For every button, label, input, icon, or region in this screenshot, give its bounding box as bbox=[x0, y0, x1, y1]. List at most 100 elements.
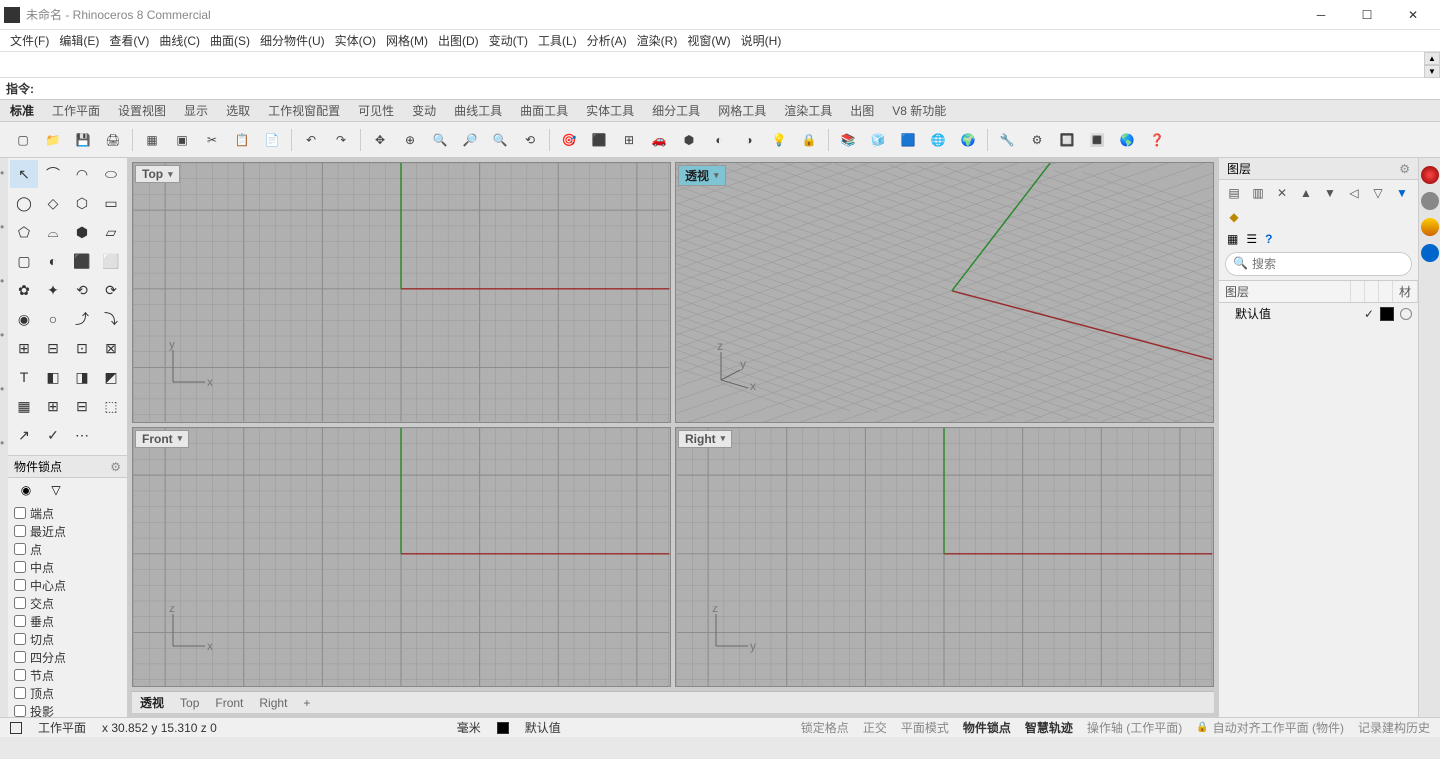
status-toggle[interactable]: 操作轴 (工作平面) bbox=[1087, 719, 1182, 736]
toolbar-button[interactable]: 🔲 bbox=[1054, 127, 1080, 153]
osnap-item[interactable]: 中心点 bbox=[14, 576, 121, 594]
layer-filter-icon[interactable]: ▼ bbox=[1393, 184, 1411, 202]
menu-曲面s[interactable]: 曲面(S) bbox=[210, 32, 250, 49]
osnap-item[interactable]: 节点 bbox=[14, 666, 121, 684]
tool-button[interactable]: ⤴ bbox=[68, 305, 96, 333]
tool-button[interactable]: ⊡ bbox=[68, 334, 96, 362]
minimize-button[interactable]: ─ bbox=[1298, 0, 1344, 30]
toolbar-button[interactable]: ⬛ bbox=[586, 127, 612, 153]
toolbar-tab[interactable]: 工作视窗配置 bbox=[268, 102, 340, 119]
status-toggle[interactable]: 正交 bbox=[863, 719, 887, 736]
osnap-item[interactable]: 四分点 bbox=[14, 648, 121, 666]
status-toggle[interactable]: 智慧轨迹 bbox=[1025, 719, 1073, 736]
viewport-front[interactable]: Front▾ z x bbox=[132, 427, 671, 688]
viewport-tab[interactable]: + bbox=[303, 696, 310, 710]
layer-delete-icon[interactable]: ✕ bbox=[1273, 184, 1291, 202]
tool-button[interactable]: ⬜ bbox=[97, 247, 125, 275]
toolbar-button[interactable]: 🔍 bbox=[427, 127, 453, 153]
layer-up-icon[interactable]: ▲ bbox=[1297, 184, 1315, 202]
viewport-top[interactable]: Top▾ y x bbox=[132, 162, 671, 423]
tool-button[interactable]: ⬚ bbox=[97, 392, 125, 420]
osnap-item[interactable]: 端点 bbox=[14, 504, 121, 522]
toolbar-button[interactable]: 🌐 bbox=[925, 127, 951, 153]
toolbar-tab[interactable]: 曲面工具 bbox=[520, 102, 568, 119]
toolbar-button[interactable]: ↶ bbox=[298, 127, 324, 153]
menu-实体o[interactable]: 实体(O) bbox=[335, 32, 376, 49]
tool-button[interactable]: ⤵ bbox=[97, 305, 125, 333]
layer-sublayer-icon[interactable]: ▥ bbox=[1249, 184, 1267, 202]
tool-button[interactable]: ◧ bbox=[39, 363, 67, 391]
osnap-item[interactable]: 切点 bbox=[14, 630, 121, 648]
tool-button[interactable]: ⌒ bbox=[39, 160, 67, 188]
viewport-top-label[interactable]: Top▾ bbox=[135, 165, 180, 183]
menu-分析a[interactable]: 分析(A) bbox=[587, 32, 627, 49]
maximize-button[interactable]: ☐ bbox=[1344, 0, 1390, 30]
toolbar-button[interactable]: 📋 bbox=[229, 127, 255, 153]
layer-current-check-icon[interactable]: ✓ bbox=[1364, 307, 1374, 321]
tool-button[interactable]: ⊟ bbox=[39, 334, 67, 362]
tool-button[interactable]: ▭ bbox=[97, 189, 125, 217]
toolbar-button[interactable]: 🔎 bbox=[457, 127, 483, 153]
status-toggle[interactable]: 平面模式 bbox=[901, 719, 949, 736]
menu-渲染r[interactable]: 渲染(R) bbox=[637, 32, 678, 49]
cmd-scroll-down[interactable]: ▼ bbox=[1424, 65, 1440, 78]
layer-down-icon[interactable]: ▼ bbox=[1321, 184, 1339, 202]
toolbar-tab[interactable]: V8 新功能 bbox=[892, 102, 946, 119]
toolbar-tab[interactable]: 实体工具 bbox=[586, 102, 634, 119]
osnap-mode-filter[interactable]: ▽ bbox=[44, 480, 68, 500]
tool-button[interactable]: ⌓ bbox=[39, 218, 67, 246]
layer-new-icon[interactable]: ▤ bbox=[1225, 184, 1243, 202]
toolbar-button[interactable]: 🌎 bbox=[1114, 127, 1140, 153]
tool-button[interactable]: ⬛ bbox=[68, 247, 96, 275]
osnap-item[interactable]: 交点 bbox=[14, 594, 121, 612]
menu-视窗w[interactable]: 视窗(W) bbox=[687, 32, 730, 49]
layer-material-swatch[interactable] bbox=[1400, 308, 1412, 320]
toolbar-tab[interactable]: 标准 bbox=[10, 102, 34, 119]
viewport-tab[interactable]: 透视 bbox=[140, 694, 164, 711]
tool-button[interactable]: T bbox=[10, 363, 38, 391]
status-units[interactable]: 毫米 bbox=[457, 719, 481, 736]
tool-button[interactable]: ⊞ bbox=[10, 334, 38, 362]
toolbar-button[interactable]: 🔧 bbox=[994, 127, 1020, 153]
tool-button[interactable]: ↗ bbox=[10, 421, 38, 449]
tool-button[interactable]: ⬡ bbox=[68, 189, 96, 217]
layers-help-icon[interactable]: ? bbox=[1265, 232, 1272, 246]
tab-display-icon[interactable] bbox=[1421, 218, 1439, 236]
toolbar-button[interactable]: ▣ bbox=[169, 127, 195, 153]
status-layer-swatch[interactable] bbox=[497, 722, 509, 734]
tool-button[interactable]: ✿ bbox=[10, 276, 38, 304]
toolbar-button[interactable]: ❓ bbox=[1144, 127, 1170, 153]
tab-properties-icon[interactable] bbox=[1421, 166, 1439, 184]
osnap-item[interactable]: 垂点 bbox=[14, 612, 121, 630]
toolbar-button[interactable]: ◐ bbox=[706, 127, 732, 153]
osnap-item[interactable]: 顶点 bbox=[14, 684, 121, 702]
menu-文件f[interactable]: 文件(F) bbox=[10, 32, 49, 49]
toolbar-button[interactable]: ⟲ bbox=[517, 127, 543, 153]
osnap-mode-circle[interactable]: ◉ bbox=[14, 480, 38, 500]
viewport-tab[interactable]: Right bbox=[259, 696, 287, 710]
status-layer[interactable]: 默认值 bbox=[525, 719, 561, 736]
layer-color-swatch[interactable] bbox=[1380, 307, 1394, 321]
toolbar-tab[interactable]: 曲线工具 bbox=[454, 102, 502, 119]
status-cplane-icon[interactable] bbox=[10, 722, 22, 734]
tool-button[interactable]: ⬠ bbox=[10, 218, 38, 246]
toolbar-button[interactable]: ✂ bbox=[199, 127, 225, 153]
toolbar-button[interactable]: 📁 bbox=[40, 127, 66, 153]
status-cplane[interactable]: 工作平面 bbox=[38, 719, 86, 736]
menu-编辑e[interactable]: 编辑(E) bbox=[59, 32, 99, 49]
tool-button[interactable]: ⟳ bbox=[97, 276, 125, 304]
toolbar-button[interactable]: ⚙ bbox=[1024, 127, 1050, 153]
toolbar-button[interactable]: 📚 bbox=[835, 127, 861, 153]
status-toggle[interactable]: 记录建构历史 bbox=[1358, 719, 1430, 736]
menu-工具l[interactable]: 工具(L) bbox=[538, 32, 577, 49]
toolbar-tab[interactable]: 变动 bbox=[412, 102, 436, 119]
tool-button[interactable] bbox=[97, 421, 125, 449]
close-button[interactable]: ✕ bbox=[1390, 0, 1436, 30]
toolbar-button[interactable]: ↷ bbox=[328, 127, 354, 153]
osnap-item[interactable]: 点 bbox=[14, 540, 121, 558]
toolbar-button[interactable]: ▢ bbox=[10, 127, 36, 153]
toolbar-button[interactable]: 🚗 bbox=[646, 127, 672, 153]
toolbar-button[interactable]: 🖨 bbox=[100, 127, 126, 153]
tab-help-icon[interactable] bbox=[1421, 244, 1439, 262]
toolbar-tab[interactable]: 显示 bbox=[184, 102, 208, 119]
